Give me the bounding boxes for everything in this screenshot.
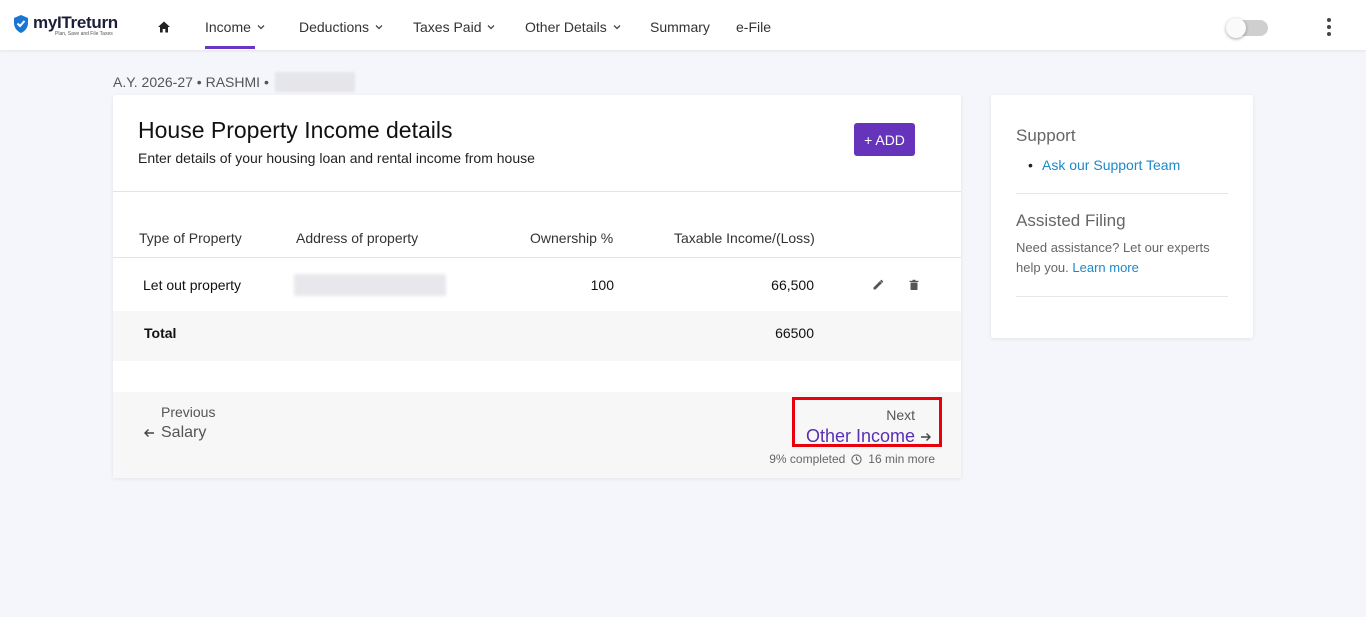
total-label: Total <box>144 325 177 341</box>
support-team-link[interactable]: Ask our Support Team <box>1028 157 1180 173</box>
previous-salary-link[interactable]: Salary <box>143 424 206 442</box>
cell-ownership: 100 <box>590 277 614 293</box>
learn-more-link[interactable]: Learn more <box>1072 260 1138 275</box>
assisted-filing-text: Need assistance? Let our experts help yo… <box>1016 238 1231 278</box>
nav-other-details-label: Other Details <box>525 19 607 35</box>
help-sidebar: Support Ask our Support Team Assisted Fi… <box>991 95 1253 338</box>
nav-deductions[interactable]: Deductions <box>299 19 383 35</box>
chevron-down-icon <box>488 25 495 30</box>
col-header-ownership: Ownership % <box>530 230 614 246</box>
toggle-knob <box>1226 18 1246 38</box>
nav-income-label: Income <box>205 19 251 35</box>
brand-logo[interactable]: myITreturn Plan, Save and File Taxes <box>12 14 118 37</box>
support-heading: Support <box>1016 126 1076 145</box>
cell-property-type: Let out property <box>143 277 242 293</box>
home-icon[interactable] <box>157 20 171 34</box>
next-other-income-link[interactable]: Next Other Income <box>792 397 942 447</box>
edit-icon[interactable] <box>871 278 885 292</box>
page-navigation-footer: Previous Salary Next Other Income 9% com… <box>113 392 961 478</box>
nav-efile-label: e-File <box>736 19 772 35</box>
active-tab-indicator <box>205 46 255 49</box>
next-link-row: Other Income <box>806 426 932 447</box>
theme-toggle[interactable] <box>1226 18 1268 38</box>
total-value: 66500 <box>775 325 814 341</box>
progress-percent: 9% completed <box>769 452 846 466</box>
brand-name: myITreturn <box>33 13 118 32</box>
nav-taxes-paid[interactable]: Taxes Paid <box>413 19 495 35</box>
assisted-filing-heading: Assisted Filing <box>1016 211 1126 230</box>
table-total-row: Total 66500 <box>113 311 961 361</box>
progress-status: 9% completed 16 min more <box>769 452 935 466</box>
arrow-left-icon <box>144 429 154 437</box>
table-header-divider <box>113 257 961 258</box>
clock-icon <box>851 453 862 465</box>
shield-check-icon <box>14 15 28 33</box>
page-subtitle: Enter details of your housing loan and r… <box>138 150 535 166</box>
cell-address-redacted <box>294 274 446 296</box>
col-header-address: Address of property <box>296 230 419 246</box>
delete-icon[interactable] <box>907 278 921 292</box>
side-divider <box>1016 193 1228 194</box>
col-header-type: Type of Property <box>139 230 242 246</box>
previous-caption: Previous <box>161 404 216 420</box>
top-navbar: myITreturn Plan, Save and File Taxes Inc… <box>0 0 1366 50</box>
nav-taxes-paid-label: Taxes Paid <box>413 19 482 35</box>
cell-taxable-income: 66,500 <box>771 277 814 293</box>
arrow-right-icon <box>921 432 931 441</box>
breadcrumb: A.Y. 2026-27 • RASHMI • <box>113 72 355 92</box>
breadcrumb-text: A.Y. 2026-27 • RASHMI • <box>113 74 269 90</box>
nav-summary[interactable]: Summary <box>650 19 710 35</box>
side-divider <box>1016 296 1228 297</box>
header-divider <box>113 191 961 192</box>
page-title: House Property Income details <box>138 117 453 143</box>
time-remaining: 16 min more <box>868 452 935 466</box>
nav-deductions-label: Deductions <box>299 19 370 35</box>
next-caption: Next <box>886 407 915 423</box>
brand-tagline: Plan, Save and File Taxes <box>55 31 113 37</box>
nav-income[interactable]: Income <box>205 19 265 35</box>
chevron-down-icon <box>257 25 265 30</box>
add-property-button[interactable]: + ADD <box>854 123 915 156</box>
chevron-down-icon <box>375 25 383 30</box>
nav-summary-label: Summary <box>650 19 710 35</box>
redacted-pan <box>274 72 355 92</box>
more-menu-icon[interactable] <box>1322 18 1336 38</box>
chevron-down-icon <box>613 25 621 30</box>
next-label: Other Income <box>805 426 915 446</box>
nav-other-details[interactable]: Other Details <box>525 19 621 35</box>
col-header-taxable-income: Taxable Income/(Loss) <box>674 230 815 246</box>
house-property-card: House Property Income details Enter deta… <box>113 95 961 478</box>
previous-label: Salary <box>161 424 207 441</box>
nav-efile[interactable]: e-File <box>736 19 771 35</box>
